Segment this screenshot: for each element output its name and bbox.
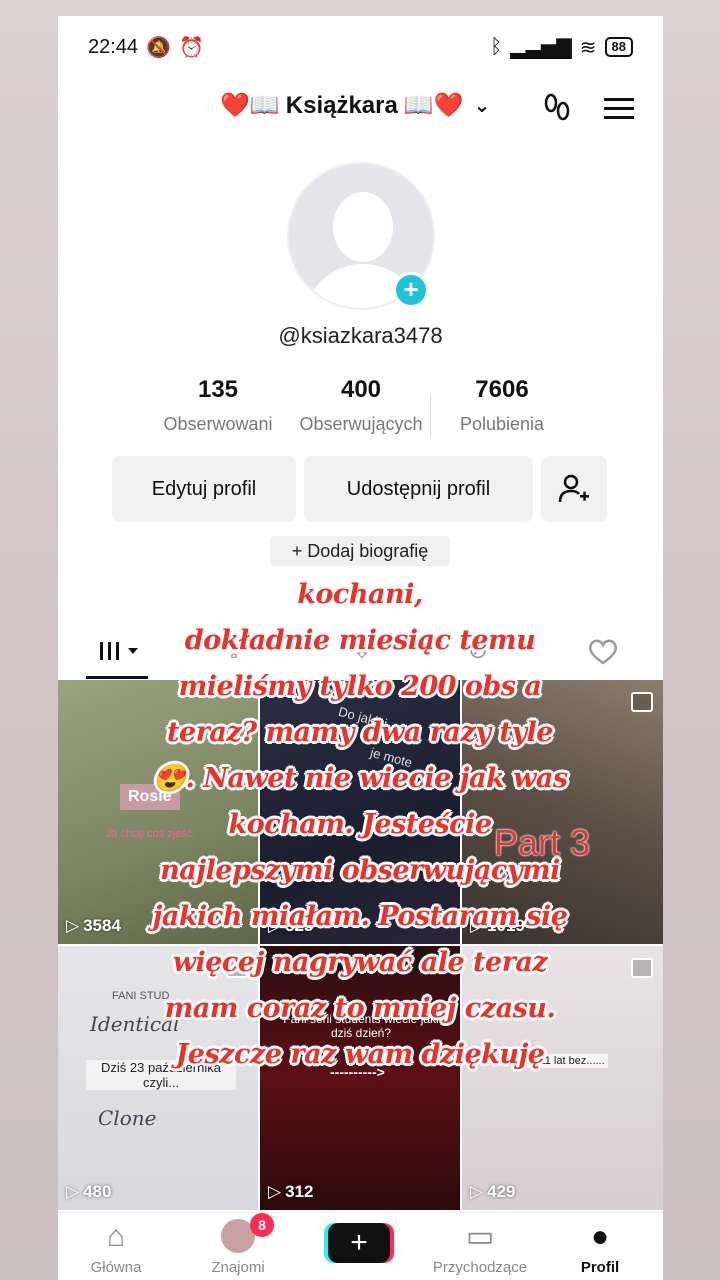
stat-value: 135 bbox=[197, 376, 239, 403]
title-emoji-right: 📖❤️ bbox=[403, 92, 464, 119]
stat-label: Obserwujących bbox=[299, 414, 423, 434]
share-profile-button[interactable]: Udostępnij profil bbox=[304, 456, 533, 522]
menu-icon[interactable] bbox=[602, 91, 636, 132]
title-emoji-left: ❤️📖 bbox=[220, 92, 280, 119]
username-handle: @ksiazkara3478 bbox=[278, 323, 443, 348]
view-count: ▷ 480 bbox=[66, 1182, 112, 1201]
overlay-line: dokładnie miesiąc temu bbox=[184, 625, 536, 656]
nav-inbox[interactable]: ▭ Przychodzące bbox=[430, 1219, 530, 1276]
overlay-line: kochani, bbox=[297, 579, 423, 610]
bluetooth-icon: ᛒ bbox=[490, 35, 503, 58]
stat-value: 7606 bbox=[475, 376, 529, 403]
nav-label: Znajomi bbox=[211, 1259, 265, 1276]
add-bio-button[interactable]: + Dodaj biografię bbox=[270, 536, 450, 566]
edit-profile-button[interactable]: Edytuj profil bbox=[112, 456, 296, 522]
status-time: 22:44 bbox=[88, 35, 139, 58]
stat-divider bbox=[430, 396, 431, 436]
chevron-down-icon: ⌄ bbox=[473, 95, 491, 117]
wifi-icon: ≋ bbox=[579, 36, 597, 59]
stat-likes[interactable]: 7606 Polubienia bbox=[448, 376, 556, 435]
create-post-button[interactable]: + bbox=[328, 1223, 390, 1263]
add-friend-button[interactable] bbox=[541, 456, 607, 522]
status-bar: 22:44 🔕 ⏰ ᛒ ▂▃▅▇ ≋ 88 bbox=[88, 32, 633, 62]
overlay-line: jakich miałam. Postaram się bbox=[152, 901, 568, 932]
overlay-caption: kochani, dokładnie miesiąc temu mieliśmy t… bbox=[0, 572, 720, 1078]
stat-label: Obserwowani bbox=[163, 414, 273, 434]
stat-followers[interactable]: 400 Obserwujących bbox=[288, 376, 434, 435]
mute-icon: 🔕 bbox=[146, 36, 171, 59]
overlay-line: mam coraz to mniej czasu. bbox=[164, 993, 556, 1024]
add-avatar-plus-icon[interactable]: + bbox=[393, 272, 429, 308]
bottom-navigation: ⌂ Główna Znajomi 8 + ▭ Przychodzące ● Pr… bbox=[58, 1212, 663, 1280]
friends-notification-badge: 8 bbox=[250, 1213, 274, 1237]
overlay-line: najlepszymi obserwującymi bbox=[160, 855, 560, 886]
overlay-line: mieliśmy tylko 200 obs a bbox=[178, 671, 542, 702]
account-name: Książkara bbox=[285, 91, 398, 119]
overlay-line: teraz? mamy dwa razy tyle bbox=[167, 717, 553, 748]
profile-icon: ● bbox=[590, 1220, 610, 1253]
footprints-icon[interactable] bbox=[540, 91, 574, 132]
home-icon: ⌂ bbox=[106, 1220, 126, 1253]
play-icon: ▷ bbox=[470, 1182, 484, 1201]
nav-label: Główna bbox=[90, 1259, 142, 1276]
overlay-line: Jeszcze raz wam dziękuję bbox=[175, 1039, 545, 1070]
signal-icon: ▂▃▅▇ bbox=[510, 36, 572, 59]
nav-label: Przychodzące bbox=[432, 1259, 528, 1276]
play-icon: ▷ bbox=[268, 1182, 282, 1201]
overlay-line: więcej nagrywać ale teraz bbox=[172, 947, 548, 978]
add-user-icon bbox=[558, 474, 589, 503]
view-count: ▷ 429 bbox=[470, 1182, 516, 1201]
account-switcher[interactable]: ❤️📖 Książkara 📖❤️ ⌄ bbox=[220, 91, 490, 120]
stat-label: Polubienia bbox=[459, 414, 545, 434]
overlay-line: 😍. Nawet nie wiecie jak was bbox=[152, 763, 568, 794]
overlay-line: kocham. Jesteście bbox=[228, 809, 492, 840]
stat-value: 400 bbox=[340, 376, 382, 403]
alarm-icon: ⏰ bbox=[178, 36, 204, 59]
profile-header: ❤️📖 Książkara 📖❤️ ⌄ bbox=[58, 91, 663, 131]
inbox-icon: ▭ bbox=[465, 1220, 495, 1253]
view-count: ▷ 312 bbox=[268, 1182, 314, 1201]
nav-home[interactable]: ⌂ Główna bbox=[66, 1219, 166, 1276]
tile-script-text: Clone bbox=[98, 1106, 157, 1130]
play-icon: ▷ bbox=[66, 1182, 80, 1201]
nav-label: Profil bbox=[580, 1259, 620, 1276]
battery-icon: 88 bbox=[604, 37, 633, 57]
nav-profile[interactable]: ● Profil bbox=[550, 1219, 650, 1276]
stat-following[interactable]: 135 Obserwowani bbox=[154, 376, 282, 435]
